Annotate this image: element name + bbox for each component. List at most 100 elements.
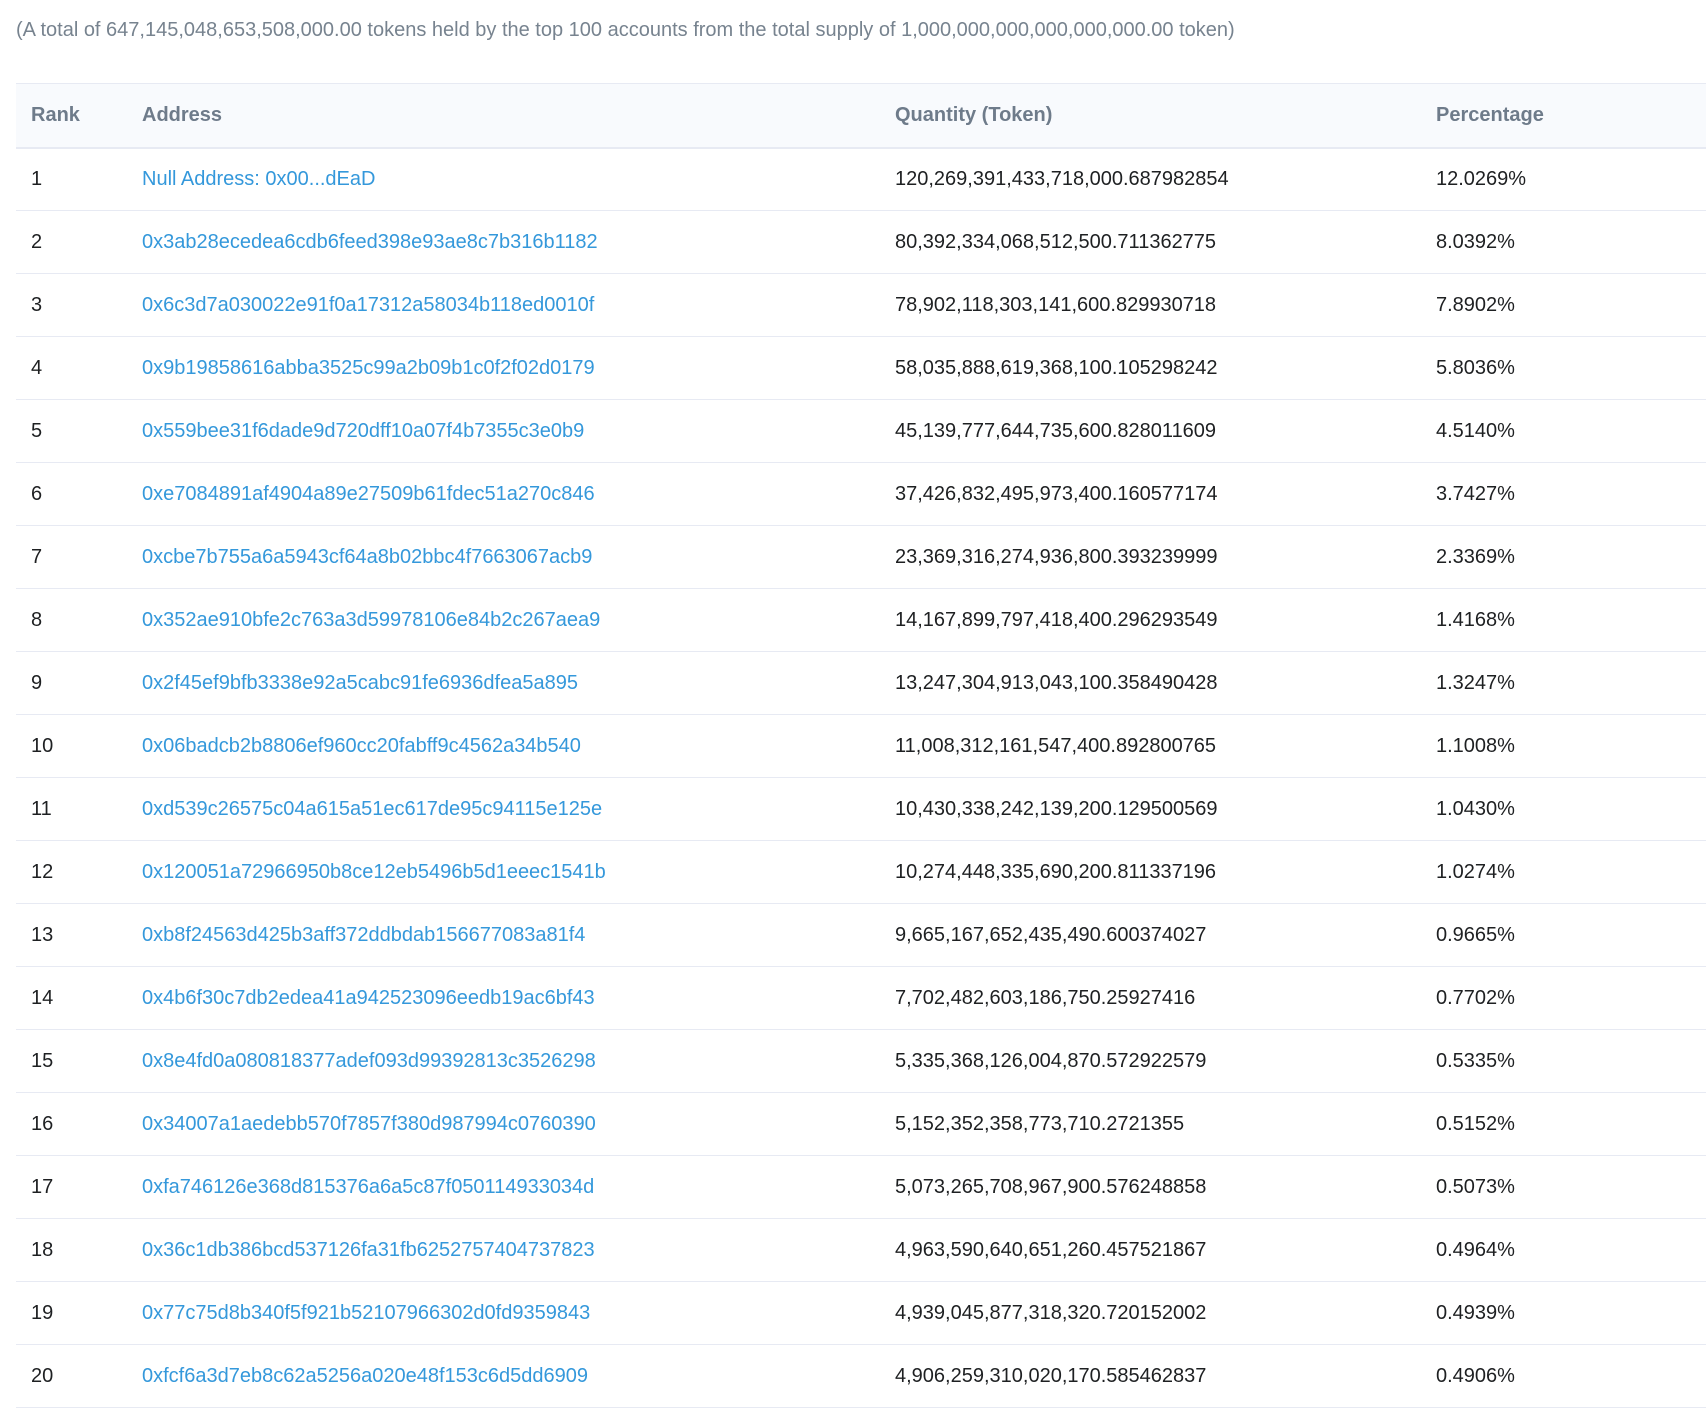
table-row: 17 0xfa746126e368d815376a6a5c87f050114933… (16, 1156, 1706, 1219)
percentage-cell: 0.4906% (1436, 1364, 1515, 1387)
holder-address-link[interactable]: 0x559bee31f6dade9d720dff10a07f4b7355c3e0… (142, 420, 584, 442)
address-cell: 0x6c3d7a030022e91f0a17312a58034b118ed001… (142, 274, 895, 337)
holder-address-link[interactable]: 0x9b19858616abba3525c99a2b09b1c0f2f02d01… (142, 357, 595, 379)
table-row: 11 0xd539c26575c04a615a51ec617de95c94115e… (16, 778, 1706, 841)
rank-cell: 11 (31, 797, 52, 820)
percentage-cell: 3.7427% (1436, 482, 1515, 505)
rank-cell: 6 (31, 482, 43, 505)
percentage-cell: 0.7702% (1436, 986, 1515, 1009)
rank-cell: 18 (31, 1238, 54, 1261)
address-cell: Null Address: 0x00...dEaD (142, 148, 895, 211)
holder-address-link[interactable]: 0x4b6f30c7db2edea41a942523096eedb19ac6bf… (142, 987, 595, 1009)
holder-address-link[interactable]: 0x8e4fd0a080818377adef093d99392813c35262… (142, 1050, 596, 1072)
percentage-cell: 2.3369% (1436, 545, 1515, 568)
address-cell: 0x120051a72966950b8ce12eb5496b5d1eeec154… (142, 841, 895, 904)
address-cell: 0x77c75d8b340f5f921b52107966302d0fd93598… (142, 1282, 895, 1345)
holder-address-link[interactable]: 0xb8f24563d425b3aff372ddbdab156677083a81… (142, 924, 585, 946)
rank-cell: 19 (31, 1301, 54, 1324)
holder-address-link[interactable]: 0x34007a1aedebb570f7857f380d987994c07603… (142, 1113, 596, 1135)
percentage-cell: 12.0269% (1436, 167, 1527, 190)
table-row: 5 0x559bee31f6dade9d720dff10a07f4b7355c3e… (16, 400, 1706, 463)
holder-address-link[interactable]: 0x77c75d8b340f5f921b52107966302d0fd93598… (142, 1302, 590, 1324)
address-cell: 0xfa746126e368d815376a6a5c87f05011493303… (142, 1156, 895, 1219)
address-cell: 0x3ab28ecedea6cdb6feed398e93ae8c7b316b11… (142, 211, 895, 274)
address-cell: 0x8e4fd0a080818377adef093d99392813c35262… (142, 1030, 895, 1093)
address-cell: 0x559bee31f6dade9d720dff10a07f4b7355c3e0… (142, 400, 895, 463)
rank-cell: 7 (31, 545, 43, 568)
percentage-cell: 1.0274% (1436, 860, 1515, 883)
table-row: 13 0xb8f24563d425b3aff372ddbdab156677083a… (16, 904, 1706, 967)
percentage-column-header: Percentage (1436, 103, 1544, 126)
percentage-cell: 4.5140% (1436, 419, 1515, 442)
quantity-cell: 5,073,265,708,967,900.576248858 (895, 1175, 1207, 1198)
rank-cell: 15 (31, 1049, 54, 1072)
quantity-cell: 10,430,338,242,139,200.129500569 (895, 797, 1218, 820)
holder-address-link[interactable]: 0x352ae910bfe2c763a3d59978106e84b2c267ae… (142, 609, 600, 631)
percentage-cell: 7.8902% (1436, 293, 1515, 316)
holders-summary-text: (A total of 647,145,048,653,508,000.00 t… (16, 19, 1235, 41)
table-header: Rank Address Quantity (Token) Percentage (16, 83, 1706, 148)
table-row: 19 0x77c75d8b340f5f921b52107966302d0fd935… (16, 1282, 1706, 1345)
holder-address-link[interactable]: 0xe7084891af4904a89e27509b61fdec51a270c8… (142, 483, 595, 505)
holder-address-link[interactable]: Null Address: 0x00...dEaD (142, 168, 375, 190)
percentage-cell: 1.0430% (1436, 797, 1515, 820)
holder-address-link[interactable]: 0x36c1db386bcd537126fa31fb62527574047378… (142, 1239, 595, 1261)
holder-address-link[interactable]: 0x6c3d7a030022e91f0a17312a58034b118ed001… (142, 294, 594, 316)
table-row: 2 0x3ab28ecedea6cdb6feed398e93ae8c7b316b1… (16, 211, 1706, 274)
table-row: 9 0x2f45ef9bfb3338e92a5cabc91fe6936dfea5a… (16, 652, 1706, 715)
rank-cell: 12 (31, 860, 54, 883)
rank-cell: 5 (31, 419, 43, 442)
quantity-cell: 4,963,590,640,651,260.457521867 (895, 1238, 1207, 1261)
quantity-column-header: Quantity (Token) (895, 103, 1053, 126)
address-column-header: Address (142, 103, 223, 126)
address-cell: 0xcbe7b755a6a5943cf64a8b02bbc4f7663067ac… (142, 526, 895, 589)
table-row: 18 0x36c1db386bcd537126fa31fb625275740473… (16, 1219, 1706, 1282)
holder-address-link[interactable]: 0xfa746126e368d815376a6a5c87f05011493303… (142, 1176, 594, 1198)
quantity-cell: 120,269,391,433,718,000.687982854 (895, 167, 1229, 190)
rank-column-header: Rank (31, 103, 80, 126)
address-cell: 0xe7084891af4904a89e27509b61fdec51a270c8… (142, 463, 895, 526)
address-cell: 0x4b6f30c7db2edea41a942523096eedb19ac6bf… (142, 967, 895, 1030)
rank-cell: 3 (31, 293, 43, 316)
table-row: 10 0x06badcb2b8806ef960cc20fabff9c4562a34… (16, 715, 1706, 778)
table-row: 1 Null Address: 0x00...dEaD 120,269,391,43… (16, 148, 1706, 211)
quantity-cell: 7,702,482,603,186,750.25927416 (895, 986, 1196, 1009)
holder-address-link[interactable]: 0x3ab28ecedea6cdb6feed398e93ae8c7b316b11… (142, 231, 598, 253)
quantity-cell: 23,369,316,274,936,800.393239999 (895, 545, 1218, 568)
address-cell: 0xfcf6a3d7eb8c62a5256a020e48f153c6d5dd69… (142, 1345, 895, 1408)
rank-cell: 14 (31, 986, 54, 1009)
quantity-cell: 58,035,888,619,368,100.105298242 (895, 356, 1218, 379)
quantity-cell: 11,008,312,161,547,400.892800765 (895, 734, 1217, 757)
rank-cell: 1 (31, 167, 43, 190)
holder-address-link[interactable]: 0xcbe7b755a6a5943cf64a8b02bbc4f7663067ac… (142, 546, 592, 568)
holder-address-link[interactable]: 0x2f45ef9bfb3338e92a5cabc91fe6936dfea5a8… (142, 672, 578, 694)
percentage-cell: 1.3247% (1436, 671, 1515, 694)
holder-address-link[interactable]: 0xfcf6a3d7eb8c62a5256a020e48f153c6d5dd69… (142, 1365, 588, 1387)
percentage-cell: 0.5152% (1436, 1112, 1515, 1135)
holder-address-link[interactable]: 0x120051a72966950b8ce12eb5496b5d1eeec154… (142, 861, 606, 883)
table-row: 12 0x120051a72966950b8ce12eb5496b5d1eeec1… (16, 841, 1706, 904)
rank-cell: 4 (31, 356, 43, 379)
table-body: 1 Null Address: 0x00...dEaD 120,269,391,43… (16, 148, 1706, 1408)
table-row: 6 0xe7084891af4904a89e27509b61fdec51a270c… (16, 463, 1706, 526)
quantity-cell: 37,426,832,495,973,400.160577174 (895, 482, 1218, 505)
holder-address-link[interactable]: 0x06badcb2b8806ef960cc20fabff9c4562a34b5… (142, 735, 581, 757)
holder-address-link[interactable]: 0xd539c26575c04a615a51ec617de95c94115e12… (142, 798, 602, 820)
percentage-cell: 0.9665% (1436, 923, 1515, 946)
address-cell: 0x9b19858616abba3525c99a2b09b1c0f2f02d01… (142, 337, 895, 400)
table-row: 16 0x34007a1aedebb570f7857f380d987994c076… (16, 1093, 1706, 1156)
table-row: 7 0xcbe7b755a6a5943cf64a8b02bbc4f7663067a… (16, 526, 1706, 589)
rank-cell: 17 (31, 1175, 54, 1198)
address-cell: 0x34007a1aedebb570f7857f380d987994c07603… (142, 1093, 895, 1156)
percentage-cell: 8.0392% (1436, 230, 1515, 253)
rank-cell: 8 (31, 608, 43, 631)
rank-cell: 20 (31, 1364, 54, 1387)
quantity-cell: 5,335,368,126,004,870.572922579 (895, 1049, 1207, 1072)
table-row: 14 0x4b6f30c7db2edea41a942523096eedb19ac6… (16, 967, 1706, 1030)
address-cell: 0x36c1db386bcd537126fa31fb62527574047378… (142, 1219, 895, 1282)
percentage-cell: 0.4964% (1436, 1238, 1515, 1261)
rank-cell: 13 (31, 923, 54, 946)
quantity-cell: 13,247,304,913,043,100.358490428 (895, 671, 1218, 694)
quantity-cell: 9,665,167,652,435,490.600374027 (895, 923, 1207, 946)
rank-cell: 10 (31, 734, 54, 757)
